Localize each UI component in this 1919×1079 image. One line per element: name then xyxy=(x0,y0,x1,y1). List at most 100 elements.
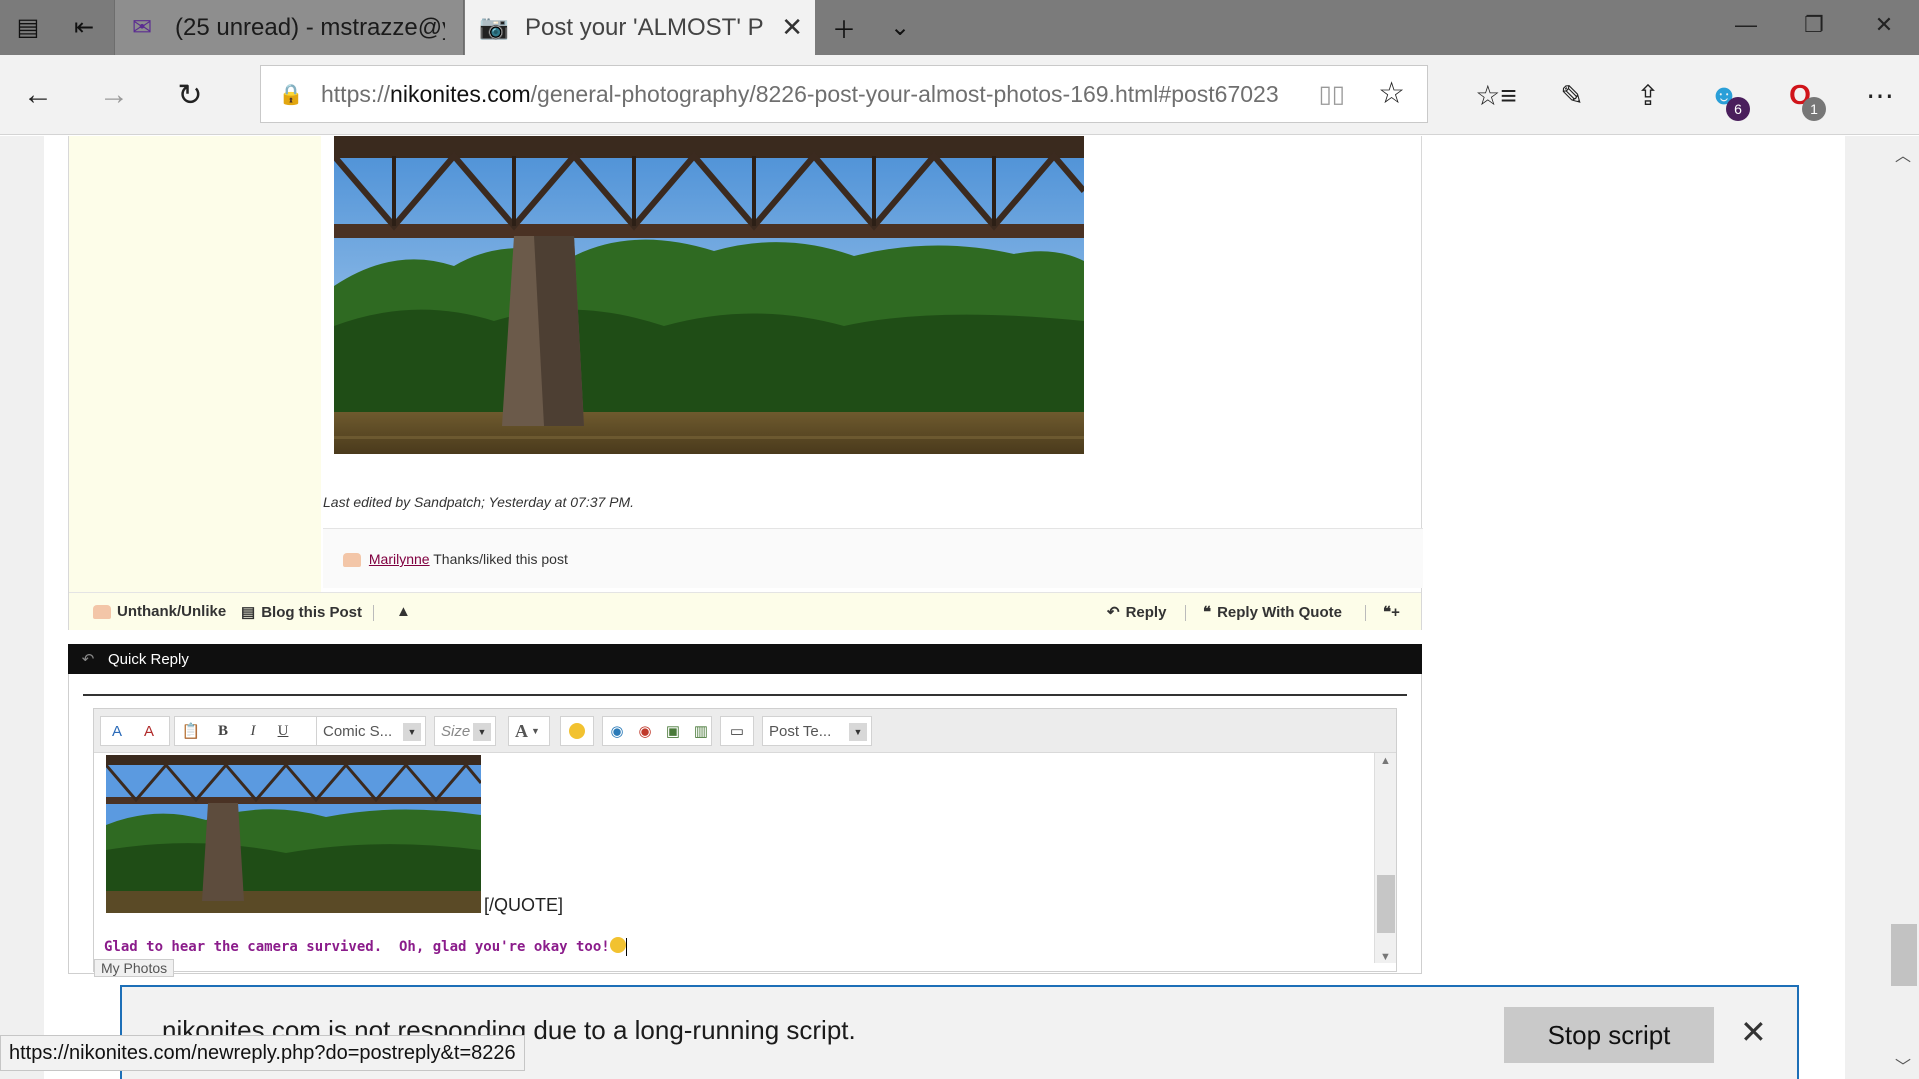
post-template-select[interactable]: Post Te... ▼ xyxy=(762,716,872,746)
close-tab-icon[interactable]: ✕ xyxy=(781,12,803,43)
tab-title: (25 unread) - mstrazze@yah xyxy=(175,13,445,41)
back-button[interactable]: ← xyxy=(0,55,76,135)
post-template-value: Post Te... xyxy=(769,722,832,740)
minimize-button[interactable]: — xyxy=(1712,0,1780,50)
insert-video-icon[interactable]: ▥ xyxy=(688,718,714,744)
thanks-text: Thanks/liked this post xyxy=(433,551,568,567)
quoted-photo-thumbnail xyxy=(106,755,481,913)
font-select-value: Comic S... xyxy=(323,722,393,740)
my-photos-tab[interactable]: My Photos xyxy=(94,959,175,977)
paste-icon[interactable]: 📋 xyxy=(178,718,204,744)
reading-view-icon[interactable]: ▯▯ xyxy=(1319,80,1345,109)
italic-icon[interactable]: I xyxy=(240,718,266,744)
ghostery-icon[interactable]: ☻ 6 xyxy=(1686,55,1762,135)
mail-icon: ✉ xyxy=(131,14,153,41)
url-path: /general-photography/8226-post-your-almo… xyxy=(530,80,1279,107)
status-url-tooltip: https://nikonites.com/newreply.php?do=po… xyxy=(0,1035,525,1071)
blog-post-button[interactable]: ▤ Blog this Post xyxy=(241,603,363,622)
editor-scroll-thumb[interactable] xyxy=(1377,875,1395,933)
favorites-hub-icon[interactable]: ☆≡ xyxy=(1458,55,1534,135)
smiley-icon[interactable] xyxy=(564,718,590,744)
post-action-bar: Unthank/Unlike ▤ Blog this Post ▲ ↶ Repl… xyxy=(69,592,1421,630)
multi-quote-button[interactable]: ❝+ xyxy=(1383,603,1400,621)
tab-nikonites[interactable]: 📷 Post your 'ALMOST' Pho ✕ xyxy=(465,0,815,55)
thanks-user-link[interactable]: Marilynne xyxy=(369,551,430,567)
divider xyxy=(1185,605,1186,621)
chevron-down-icon[interactable]: ⌄ xyxy=(872,0,928,55)
insert-link-icon[interactable]: ◉ xyxy=(604,718,630,744)
blog-label: Blog this Post xyxy=(261,603,363,621)
tab-mail[interactable]: ✉ (25 unread) - mstrazze@yah xyxy=(114,0,464,55)
quote-close-tag: [/QUOTE] xyxy=(484,895,564,915)
lock-icon: 🔒 xyxy=(278,83,304,106)
address-bar[interactable]: 🔒 https://nikonites.com/general-photogra… xyxy=(260,65,1428,123)
close-window-button[interactable]: ✕ xyxy=(1850,0,1918,50)
scroll-up-icon[interactable]: ︿ xyxy=(1895,142,1911,166)
new-tab-icon[interactable]: ＋ xyxy=(816,0,872,55)
page-content: Last edited by Sandpatch; Yesterday at 0… xyxy=(0,136,1919,1079)
quick-reply-panel: A A 📋 B I U Comic S... ▼ Size ▼ A ▼ ◉ ◉ … xyxy=(68,674,1422,977)
chevron-down-icon: ▼ xyxy=(403,723,421,741)
remove-link-icon[interactable]: ◉ xyxy=(632,718,658,744)
text-color-select[interactable]: A ▼ xyxy=(508,716,550,746)
editor-text-area[interactable]: [/QUOTE] Glad to hear the camera survive… xyxy=(94,753,1374,963)
thumbs-up-icon xyxy=(343,553,361,568)
set-aside-tabs-icon[interactable]: ⇤ xyxy=(56,0,112,55)
reply-editor: A A 📋 B I U Comic S... ▼ Size ▼ A ▼ ◉ ◉ … xyxy=(93,708,1397,977)
ghostery-badge: 6 xyxy=(1726,97,1750,121)
insert-image-icon[interactable]: ▣ xyxy=(660,718,686,744)
smiley-icon xyxy=(609,937,626,953)
thumbs-up-icon xyxy=(93,604,111,619)
editor-scrollbar[interactable]: ▲ ▼ xyxy=(1374,753,1396,963)
divider xyxy=(373,605,374,621)
opera-badge: 1 xyxy=(1802,97,1826,121)
underline-icon[interactable]: U xyxy=(270,718,296,744)
remove-format-icon[interactable]: A xyxy=(104,718,130,744)
web-note-icon[interactable]: ✎ xyxy=(1534,55,1610,135)
bold-icon[interactable]: B xyxy=(210,718,236,744)
camera-icon: 📷 xyxy=(479,14,509,41)
switch-mode-icon[interactable]: A xyxy=(136,718,162,744)
unthank-button[interactable]: Unthank/Unlike xyxy=(93,603,226,620)
quick-reply-header[interactable]: ↶ Quick Reply xyxy=(68,644,1422,674)
reply-button[interactable]: ↶ Reply xyxy=(1107,603,1166,622)
tab-preview-icon[interactable]: ▤ xyxy=(0,0,56,55)
report-button[interactable]: ▲ xyxy=(396,603,411,620)
divider xyxy=(1365,605,1366,621)
scroll-down-icon[interactable]: ▼ xyxy=(1380,951,1391,963)
tab-strip: ▤ ⇤ ✉ (25 unread) - mstrazze@yah 📷 Post … xyxy=(0,0,1919,55)
refresh-button[interactable]: ↻ xyxy=(152,55,228,135)
page-scrollbar[interactable]: ︿ ﹀ xyxy=(1889,136,1919,1079)
last-edited-note: Last edited by Sandpatch; Yesterday at 0… xyxy=(323,494,635,510)
scroll-down-icon[interactable]: ﹀ xyxy=(1895,1053,1911,1077)
forward-button[interactable]: → xyxy=(76,55,152,135)
opera-icon[interactable]: O 1 xyxy=(1762,55,1838,135)
reply-message-text: Glad to hear the camera survived. Oh, gl… xyxy=(104,939,610,955)
chevron-down-icon: ▼ xyxy=(849,723,867,741)
reply-arrow-icon: ↶ xyxy=(1107,604,1120,621)
close-notification-icon[interactable]: ✕ xyxy=(1740,1013,1767,1051)
share-icon[interactable]: ⇪ xyxy=(1610,55,1686,135)
tab-title: Post your 'ALMOST' Pho xyxy=(525,13,765,41)
thanks-line: Marilynne Thanks/liked this post xyxy=(343,551,568,568)
quote-icon: ❝ xyxy=(1203,604,1212,621)
reply-with-quote-button[interactable]: ❝ Reply With Quote xyxy=(1203,603,1342,622)
quote-icon[interactable]: ▭ xyxy=(724,718,750,744)
thanks-row: Marilynne Thanks/liked this post xyxy=(323,528,1423,588)
multi-quote-icon: ❝+ xyxy=(1383,604,1400,621)
navigation-bar: ← → ↻ 🔒 https://nikonites.com/general-ph… xyxy=(0,55,1919,135)
post-photo-bridge[interactable] xyxy=(334,136,1084,454)
size-select[interactable]: Size ▼ xyxy=(434,716,496,746)
unthank-label: Unthank/Unlike xyxy=(117,603,227,620)
quick-reply-title: Quick Reply xyxy=(108,650,189,668)
blog-icon: ▤ xyxy=(241,604,256,621)
restore-button[interactable]: ❐ xyxy=(1780,0,1848,50)
font-select[interactable]: Comic S... ▼ xyxy=(316,716,426,746)
more-menu-icon[interactable]: ⋯ xyxy=(1842,55,1918,135)
divider xyxy=(83,694,1407,696)
favorite-star-icon[interactable]: ☆ xyxy=(1378,76,1405,111)
page-scroll-thumb[interactable] xyxy=(1891,924,1917,986)
scroll-up-icon[interactable]: ▲ xyxy=(1380,755,1391,767)
post-user-column xyxy=(69,136,321,592)
stop-script-button[interactable]: Stop script xyxy=(1504,1007,1714,1063)
